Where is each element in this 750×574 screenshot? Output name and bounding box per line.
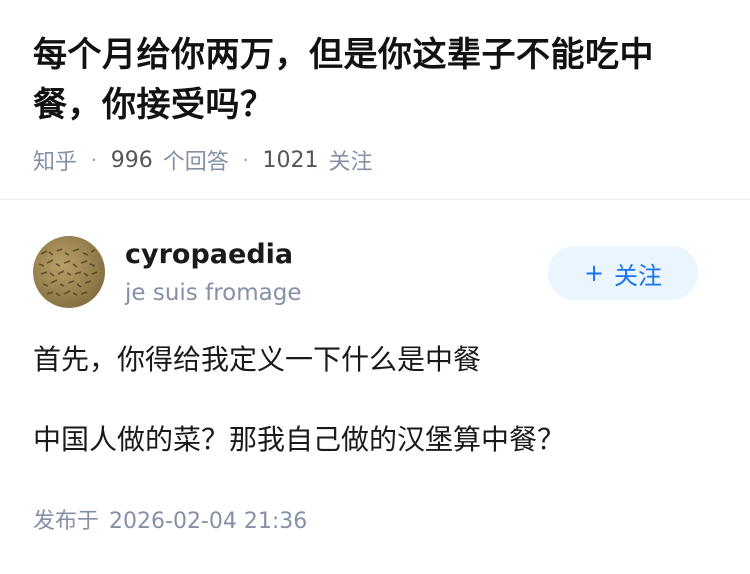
- answer-content: 首先，你得给我定义一下什么是中餐 中国人做的菜？那我自己做的汉堡算中餐？: [33, 338, 723, 498]
- cuneiform-tablet-avatar[interactable]: [33, 236, 105, 308]
- section-divider: [0, 199, 750, 200]
- published-label: 发布于: [33, 509, 100, 534]
- author-row: cyropaedia je suis fromage + 关注: [33, 236, 698, 308]
- follow-button[interactable]: + 关注: [548, 246, 698, 300]
- plus-icon: +: [583, 259, 605, 287]
- answer-count: 996: [110, 147, 153, 173]
- answer-count-label[interactable]: 个回答: [163, 144, 229, 176]
- publish-info: 发布于 2026-02-04 21:36: [33, 505, 307, 539]
- question-meta: 知乎 · 996 个回答 · 1021 关注: [33, 143, 373, 177]
- answer-paragraph: 首先，你得给我定义一下什么是中餐: [33, 343, 482, 376]
- follow-button-label: 关注: [614, 261, 663, 290]
- source-label[interactable]: 知乎: [33, 144, 77, 176]
- answer-paragraph: 中国人做的菜？那我自己做的汉堡算中餐？: [33, 423, 566, 456]
- separator-dot: ·: [91, 149, 97, 171]
- author-bio: je suis fromage: [125, 280, 302, 306]
- published-time: 2026-02-04 21:36: [109, 509, 308, 534]
- author-name[interactable]: cyropaedia: [125, 238, 293, 272]
- question-title[interactable]: 每个月给你两万，但是你这辈子不能吃中餐，你接受吗？: [33, 30, 713, 130]
- follower-count-label[interactable]: 关注: [329, 144, 373, 176]
- follower-count: 1021: [262, 147, 319, 173]
- separator-dot: ·: [242, 149, 249, 171]
